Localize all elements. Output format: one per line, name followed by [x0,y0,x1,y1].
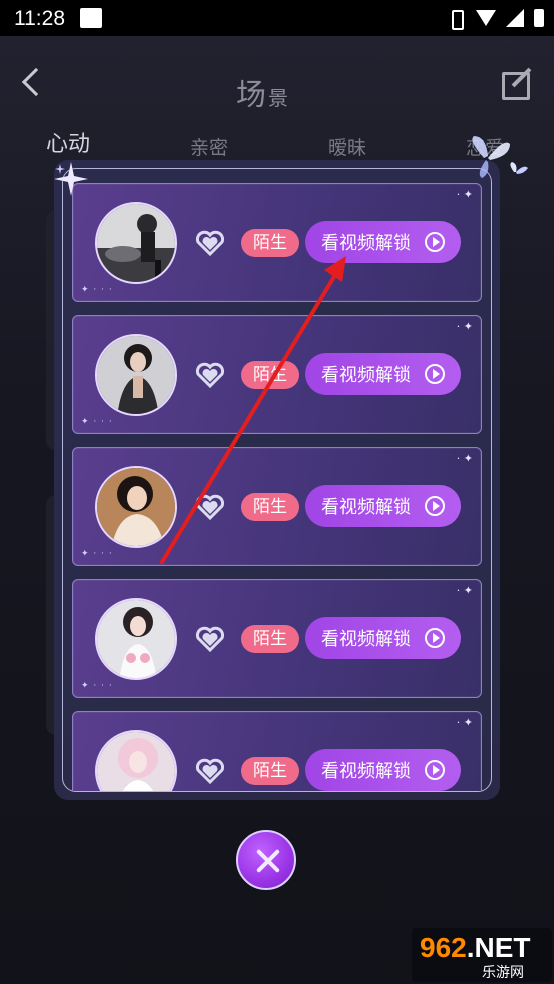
watermark-site: 乐游网 [482,965,524,981]
watch-video-unlock-button[interactable]: 看视频解锁 [305,749,461,791]
decor-dots: ✦ · · · [81,681,113,691]
play-icon [425,760,445,780]
decor-dots: ✦ · · · [81,549,113,559]
decor-dots: ✦ · · · [81,417,113,427]
watermark-suffix: .NET [466,932,531,963]
unlock-button-label: 看视频解锁 [321,629,411,650]
status-time: 11:28 [14,7,65,30]
watermark: 962.NET 乐游网 [412,928,552,982]
heart-icon[interactable] [195,230,225,256]
unlock-list: · ✦ 陌生 看视频解锁 ✦ · · · · ✦ 陌生 看视频解锁 ✦ · · … [62,168,492,792]
watermark-number: 962 [420,932,467,963]
heart-icon[interactable] [195,494,225,520]
close-button[interactable] [236,830,296,890]
unlock-button-label: 看视频解锁 [321,233,411,254]
heart-icon[interactable] [195,758,225,784]
play-icon [425,496,445,516]
screen: 11:28 场景 心动 亲密 暧昧 恋爱 · ✦ 陌生 [0,0,554,984]
unlock-button-label: 看视频解锁 [321,365,411,386]
status-badge: 陌生 [241,757,299,785]
heart-icon[interactable] [195,362,225,388]
heart-icon[interactable] [195,626,225,652]
sparkle-icon: · ✦ [456,584,473,597]
sparkle-icon: · ✦ [456,716,473,729]
scene-card: · ✦ 陌生 看视频解锁 ✦ · · · [72,447,482,566]
status-icons [446,9,544,30]
play-icon [425,364,445,384]
sparkle-icon: · ✦ [456,320,473,333]
tab-xindong[interactable]: 心动 [46,126,90,158]
avatar [95,202,177,284]
notification-icon [80,8,102,28]
avatar [95,598,177,680]
avatar [95,466,177,548]
scene-card: · ✦ 陌生 看视频解锁 ✦ · · · [72,183,482,302]
play-icon [425,628,445,648]
status-badge: 陌生 [241,625,299,653]
scene-card: · ✦ 陌生 看视频解锁 ✦ · · · [72,711,482,791]
watch-video-unlock-button[interactable]: 看视频解锁 [305,617,461,659]
unlock-button-label: 看视频解锁 [321,761,411,782]
sparkle-icon: · ✦ [456,188,473,201]
avatar [95,334,177,416]
watch-video-unlock-button[interactable]: 看视频解锁 [305,485,461,527]
unlock-button-label: 看视频解锁 [321,497,411,518]
scene-card: · ✦ 陌生 看视频解锁 ✦ · · · [72,315,482,434]
play-icon [425,232,445,252]
tab-aimei[interactable]: 暧昧 [328,133,366,160]
status-badge: 陌生 [241,361,299,389]
signal-icon [506,9,524,27]
butterfly-icon [472,136,528,178]
watch-video-unlock-button[interactable]: 看视频解锁 [305,353,461,395]
status-bar: 11:28 [0,0,554,36]
status-badge: 陌生 [241,493,299,521]
battery-icon [534,9,544,27]
scene-tabs: 心动 亲密 暧昧 恋爱 [0,85,554,159]
wifi-icon [476,10,496,26]
vibrate-icon [446,9,466,30]
decor-dots: ✦ · · · [81,285,113,295]
watermark-brand: 962.NET [420,932,531,964]
scene-card: · ✦ 陌生 看视频解锁 ✦ · · · [72,579,482,698]
status-badge: 陌生 [241,229,299,257]
tab-qinmi[interactable]: 亲密 [190,133,228,160]
sparkle-icon: · ✦ [456,452,473,465]
sparkle-icon [54,162,88,196]
avatar [95,730,177,791]
watch-video-unlock-button[interactable]: 看视频解锁 [305,221,461,263]
